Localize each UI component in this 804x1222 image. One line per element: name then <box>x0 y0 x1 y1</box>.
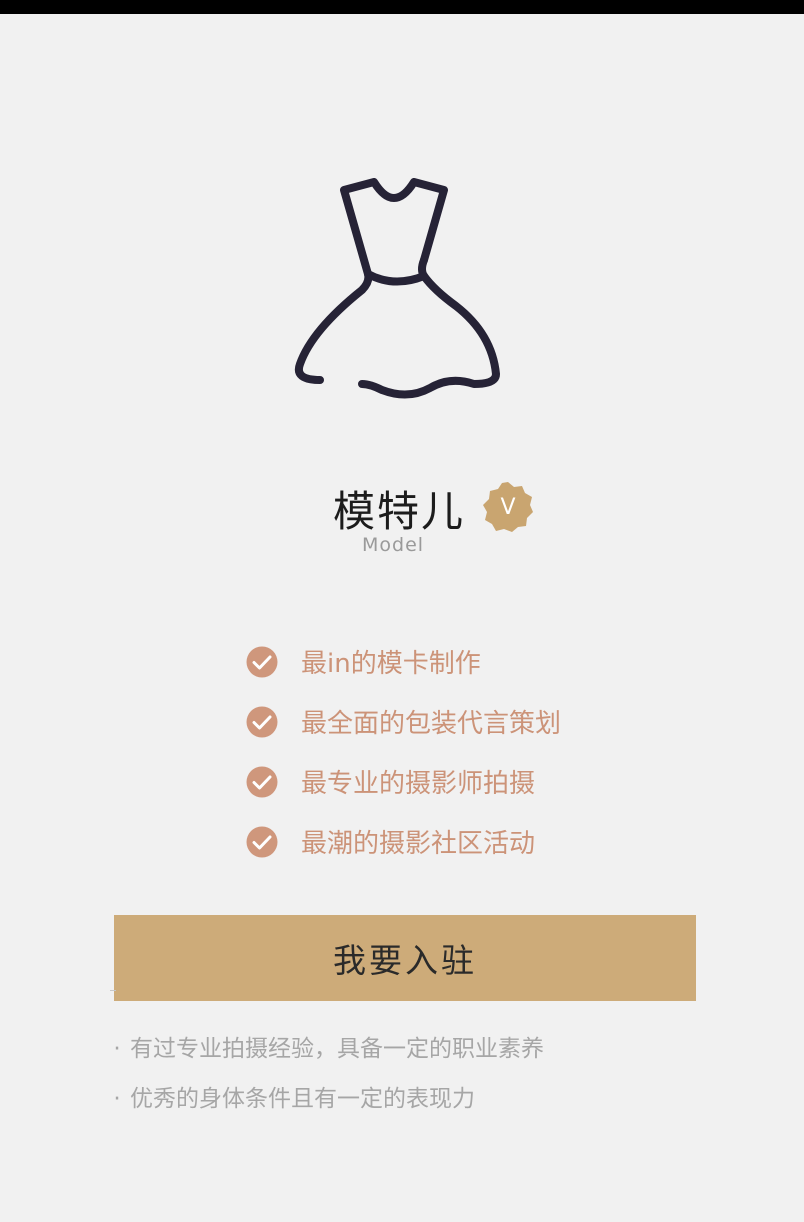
check-circle-icon <box>246 646 278 678</box>
page-subtitle: Model <box>362 534 425 556</box>
join-button[interactable]: 我要入驻 <box>114 915 696 1001</box>
verified-badge-icon: V <box>483 482 533 532</box>
dress-icon <box>295 178 500 399</box>
check-circle-icon <box>246 826 278 858</box>
page-title: 模特儿 <box>333 487 466 536</box>
status-bar <box>0 0 804 14</box>
feature-label: 最潮的摄影社区活动 <box>301 829 536 859</box>
feature-label: 最全面的包装代言策划 <box>301 709 562 739</box>
divider <box>110 990 116 991</box>
check-circle-icon <box>246 766 278 798</box>
bullet: · <box>113 1086 121 1112</box>
check-circle-icon <box>246 706 278 738</box>
feature-label: 最专业的摄影师拍摄 <box>301 769 536 799</box>
bullet: · <box>113 1036 121 1062</box>
requirement-text: 优秀的身体条件且有一定的表现力 <box>130 1086 475 1112</box>
requirement-text: 有过专业拍摄经验，具备一定的职业素养 <box>130 1036 544 1062</box>
badge-glyph: V <box>500 495 515 520</box>
title-row: 模特儿 V <box>0 476 804 536</box>
feature-label: 最in的模卡制作 <box>301 649 481 679</box>
